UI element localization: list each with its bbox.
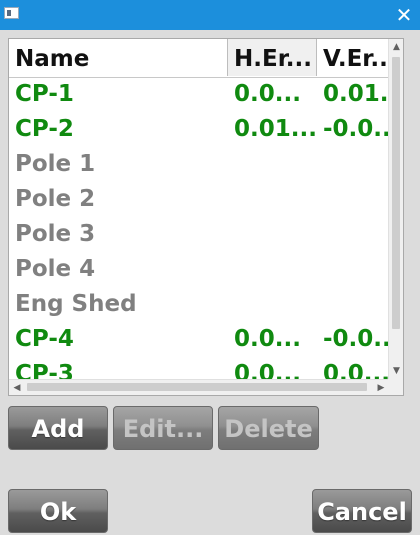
window-app-icon[interactable] <box>4 7 19 19</box>
list-item-name: CP-4 <box>15 326 74 352</box>
list-item-v-error <box>323 217 393 252</box>
scroll-left-icon[interactable]: ◀ <box>9 380 25 395</box>
list-item-v-error <box>323 287 393 322</box>
list-item-v-error: -0.0... <box>323 116 393 142</box>
list-item-h-error: 0.0... <box>234 326 301 352</box>
list-item-h-error <box>234 287 318 322</box>
list-item-name: Pole 1 <box>15 151 96 177</box>
scroll-right-icon[interactable]: ▶ <box>373 380 389 395</box>
column-header-name[interactable]: Name <box>9 39 227 76</box>
list-item[interactable]: Pole 3 <box>9 217 389 252</box>
ok-button[interactable]: Ok <box>8 489 108 533</box>
vertical-scroll-thumb[interactable] <box>392 57 400 329</box>
list-item[interactable]: Pole 1 <box>9 147 389 182</box>
list-item-v-error <box>323 182 393 217</box>
add-button[interactable]: Add <box>8 406 108 450</box>
list-item[interactable]: Pole 4 <box>9 252 389 287</box>
close-icon[interactable]: ✕ <box>392 3 416 27</box>
list-item-name: Pole 3 <box>15 221 96 247</box>
list-item-name: Pole 2 <box>15 186 96 212</box>
list-item-name: Eng Shed <box>15 291 137 317</box>
list-item[interactable]: Pole 2 <box>9 182 389 217</box>
list-item-h-error <box>234 217 318 252</box>
column-header-h-error[interactable]: H.Er... <box>227 39 317 76</box>
list-item[interactable]: CP-2 0.01... -0.0... <box>9 112 393 147</box>
cancel-button[interactable]: Cancel <box>312 489 412 533</box>
list-item[interactable]: CP-4 0.0... -0.0... <box>9 322 393 357</box>
horizontal-scrollbar[interactable]: ◀ ▶ <box>9 379 389 395</box>
list-item-h-error: 0.0... <box>234 81 301 107</box>
list-item[interactable]: Eng Shed <box>9 287 389 322</box>
list-item-name: CP-2 <box>15 116 74 142</box>
list-item-h-error: 0.01... <box>234 116 317 142</box>
list-item-name: CP-1 <box>15 81 74 107</box>
list-item-v-error: 0.01... <box>323 81 393 107</box>
list-item-name: Pole 4 <box>15 256 96 282</box>
scroll-down-icon[interactable]: ▼ <box>389 363 403 379</box>
list-item-h-error <box>234 252 318 287</box>
vertical-scrollbar[interactable]: ▲ ▼ <box>388 39 403 379</box>
column-header-v-error[interactable]: V.Er... <box>317 39 389 76</box>
scroll-up-icon[interactable]: ▲ <box>389 39 403 55</box>
points-list[interactable]: Name H.Er... V.Er... CP-10.0...0.01...CP… <box>8 38 404 396</box>
delete-button[interactable]: Delete <box>218 406 319 450</box>
list-item-h-error <box>234 147 318 182</box>
list-item-v-error: -0.0... <box>323 326 393 352</box>
title-bar: ✕ <box>0 0 420 30</box>
scrollbar-corner <box>388 379 403 395</box>
edit-button[interactable]: Edit... <box>113 406 213 450</box>
list-header: Name H.Er... V.Er... <box>9 39 389 78</box>
list-item-v-error <box>323 252 393 287</box>
list-item-v-error <box>323 147 393 182</box>
list-rows: CP-10.0...0.01...CP-20.01...-0.0...Pole … <box>9 77 393 392</box>
horizontal-scroll-thumb[interactable] <box>27 383 367 391</box>
list-item[interactable]: CP-1 0.0... 0.01... <box>9 77 393 112</box>
list-item-h-error <box>234 182 318 217</box>
